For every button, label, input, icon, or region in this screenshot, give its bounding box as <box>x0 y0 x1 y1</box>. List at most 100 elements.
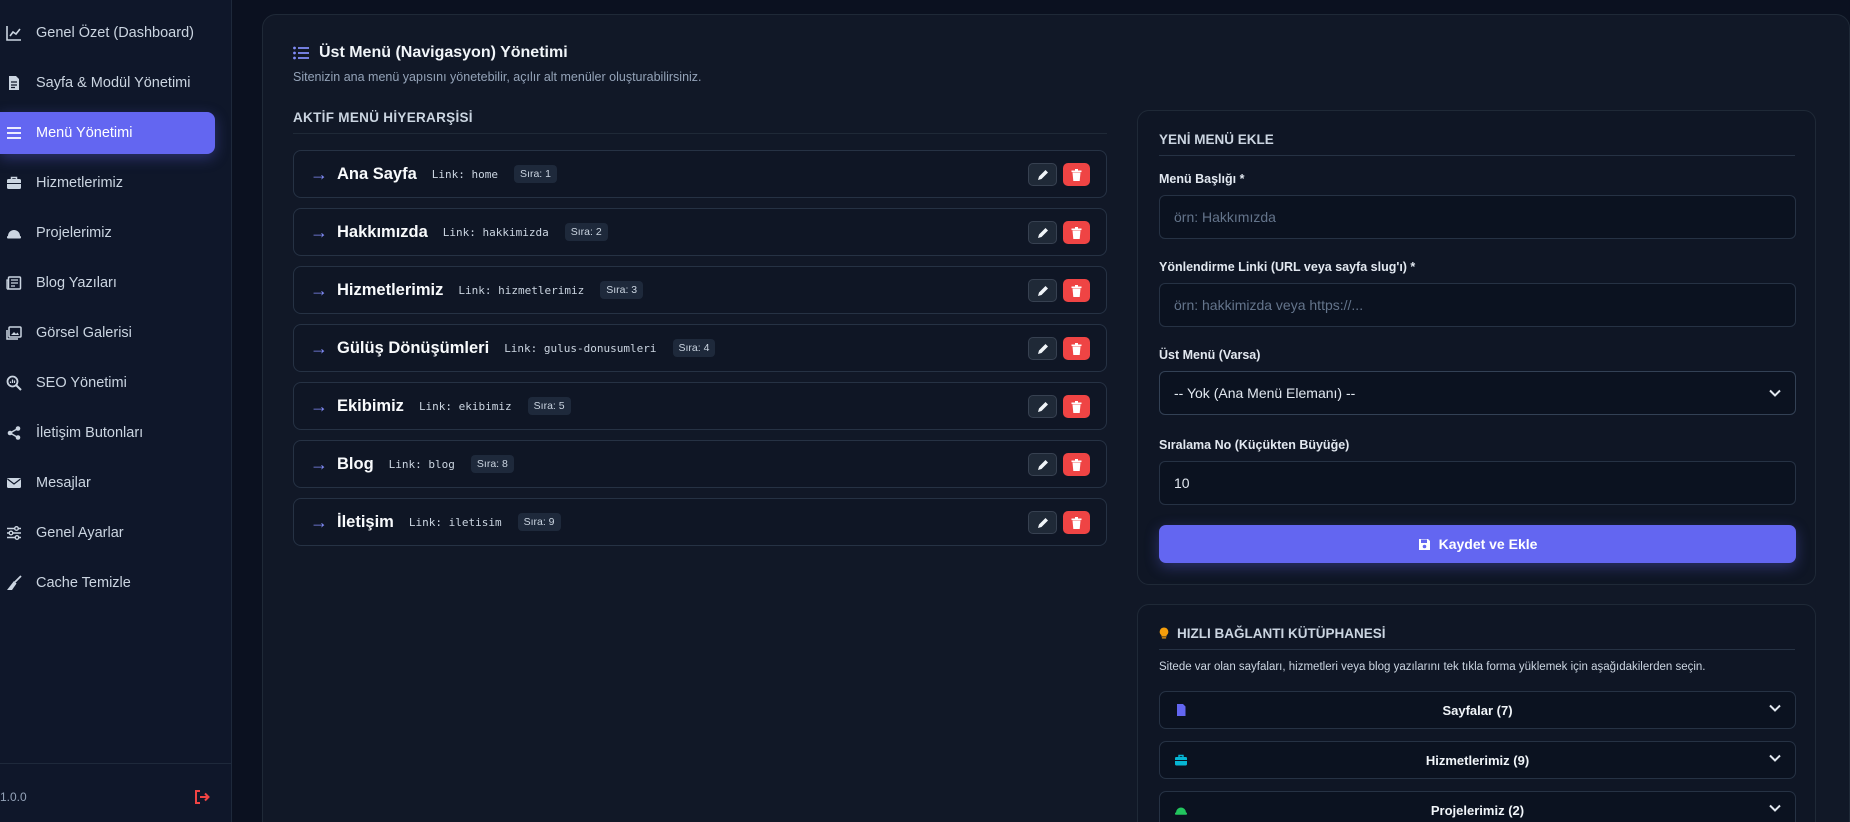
row-actions <box>1028 511 1090 534</box>
sidebar-item-seo[interactable]: SEO Yönetimi <box>0 362 215 404</box>
bars-icon <box>6 125 22 141</box>
edit-button[interactable] <box>1028 511 1057 534</box>
edit-button[interactable] <box>1028 221 1057 244</box>
edit-button[interactable] <box>1028 453 1057 476</box>
library-title-text: HIZLI BAĞLANTI KÜTÜPHANESİ <box>1177 626 1386 641</box>
trash-icon <box>1071 284 1082 297</box>
sidebar-item-messages[interactable]: Mesajlar <box>0 462 215 504</box>
menu-list: → Ana Sayfa Link: home Sıra: 1 → Hakkımı… <box>293 150 1107 556</box>
chevron-down-icon <box>1769 704 1781 712</box>
sidebar-item-projects[interactable]: Projelerimiz <box>0 212 215 254</box>
list-item: → Hakkımızda Link: hakkimizda Sıra: 2 <box>293 208 1107 256</box>
sidebar-item-pages[interactable]: Sayfa & Modül Yönetimi <box>0 62 215 104</box>
envelope-icon <box>6 475 22 491</box>
order-badge: Sıra: 1 <box>514 165 557 183</box>
arrow-right-icon: → <box>310 337 328 358</box>
delete-button[interactable] <box>1063 453 1090 476</box>
sidebar-item-label: Menü Yönetimi <box>36 125 133 141</box>
save-icon <box>1418 538 1430 550</box>
edit-button[interactable] <box>1028 395 1057 418</box>
save-button[interactable]: Kaydet ve Ekle <box>1159 525 1796 563</box>
sidebar-item-settings[interactable]: Genel Ayarlar <box>0 512 215 554</box>
page-title-text: Üst Menü (Navigasyon) Yönetimi <box>319 44 568 61</box>
trash-icon <box>1071 342 1082 355</box>
sidebar-item-blog[interactable]: Blog Yazıları <box>0 262 215 304</box>
link-input[interactable]: örn: hakkimizda veya https://... <box>1159 283 1796 327</box>
delete-button[interactable] <box>1063 221 1090 244</box>
sidebar-item-label: Projelerimiz <box>36 225 112 241</box>
file-icon <box>1177 704 1186 716</box>
order-badge: Sıra: 3 <box>600 281 644 299</box>
delete-button[interactable] <box>1063 279 1090 302</box>
arrow-right-icon: → <box>310 395 328 416</box>
accordion-pages[interactable]: Sayfalar (7) <box>1159 691 1796 729</box>
menu-item-name: Blog <box>337 454 374 473</box>
pencil-icon <box>1037 401 1048 412</box>
delete-button[interactable] <box>1063 337 1090 360</box>
row-actions <box>1028 221 1090 244</box>
sidebar-item-dashboard[interactable]: Genel Özet (Dashboard) <box>0 12 215 54</box>
menu-item-link: Link: gulus-donusumleri <box>504 341 657 355</box>
sidebar-footer: 1.0.0 <box>0 763 232 822</box>
sidebar-item-label: Sayfa & Modül Yönetimi <box>36 75 191 91</box>
order-badge: Sıra: 2 <box>564 223 608 241</box>
sidebar-item-services[interactable]: Hizmetlerimiz <box>0 162 215 204</box>
delete-button[interactable] <box>1063 511 1090 534</box>
logout-icon[interactable] <box>193 788 211 806</box>
save-button-label: Kaydet ve Ekle <box>1438 536 1538 552</box>
edit-button[interactable] <box>1028 163 1057 186</box>
list-item: → Ekibimiz Link: ekibimiz Sıra: 5 <box>293 382 1107 430</box>
delete-button[interactable] <box>1063 163 1090 186</box>
row-actions <box>1028 453 1090 476</box>
list-item: → Hizmetlerimiz Link: hizmetlerimiz Sıra… <box>293 266 1107 314</box>
sidebar-item-contact-buttons[interactable]: İletişim Butonları <box>0 412 215 454</box>
menu-title-input[interactable]: örn: Hakkımızda <box>1159 195 1796 239</box>
newspaper-icon <box>6 275 22 291</box>
order-badge: Sıra: 5 <box>527 397 571 415</box>
order-input[interactable]: 10 <box>1159 461 1796 505</box>
pencil-icon <box>1037 459 1048 470</box>
arrow-right-icon: → <box>310 221 328 242</box>
chevron-down-icon <box>1769 804 1781 812</box>
chevron-down-icon <box>1769 389 1781 397</box>
row-actions <box>1028 163 1090 186</box>
parent-menu-select[interactable]: -- Yok (Ana Menü Elemanı) -- <box>1159 371 1796 415</box>
library-description: Sitede var olan sayfaları, hizmetleri ve… <box>1159 661 1706 673</box>
sliders-icon <box>6 525 22 541</box>
page-subtitle: Sitenizin ana menü yapısını yönetebilir,… <box>293 70 702 84</box>
parent-menu-value: -- Yok (Ana Menü Elemanı) -- <box>1174 385 1356 401</box>
accordion-label: Projelerimiz (2) <box>1430 802 1525 818</box>
parent-menu-label: Üst Menü (Varsa) <box>1159 348 1261 362</box>
sidebar: Genel Özet (Dashboard) Sayfa & Modül Yön… <box>0 0 232 822</box>
row-actions <box>1028 395 1090 418</box>
order-badge: Sıra: 9 <box>517 513 561 531</box>
sidebar-item-gallery[interactable]: Görsel Galerisi <box>0 312 215 354</box>
menu-item-name: Hakkımızda <box>337 222 428 241</box>
menu-item-name: Hizmetlerimiz <box>337 280 444 299</box>
menu-item-name: Ana Sayfa <box>337 164 417 183</box>
sidebar-item-menu[interactable]: Menü Yönetimi <box>0 112 215 154</box>
arrow-right-icon: → <box>310 453 328 474</box>
trash-icon <box>1071 168 1082 181</box>
menu-item-link: Link: blog <box>388 457 455 471</box>
trash-icon <box>1071 516 1082 529</box>
helmet-icon <box>1175 807 1187 815</box>
edit-button[interactable] <box>1028 337 1057 360</box>
accordion-label: Sayfalar (7) <box>1442 702 1513 718</box>
menu-item-name: Ekibimiz <box>337 396 404 415</box>
accordion-label: Hizmetlerimiz (9) <box>1425 752 1530 768</box>
list-item: → Gülüş Dönüşümleri Link: gulus-donusuml… <box>293 324 1107 372</box>
hierarchy-title: AKTİF MENÜ HİYERARŞİSİ <box>293 110 1107 134</box>
sidebar-item-cache[interactable]: Cache Temizle <box>0 562 215 604</box>
accordion-services[interactable]: Hizmetlerimiz (9) <box>1159 741 1796 779</box>
arrow-right-icon: → <box>310 279 328 300</box>
pencil-icon <box>1037 169 1048 180</box>
library-title: HIZLI BAĞLANTI KÜTÜPHANESİ <box>1159 626 1795 650</box>
edit-button[interactable] <box>1028 279 1057 302</box>
briefcase-icon <box>1175 754 1187 766</box>
chart-line-icon <box>6 25 22 41</box>
pencil-icon <box>1037 517 1048 528</box>
list-icon <box>293 46 309 60</box>
accordion-projects[interactable]: Projelerimiz (2) <box>1159 791 1796 822</box>
delete-button[interactable] <box>1063 395 1090 418</box>
